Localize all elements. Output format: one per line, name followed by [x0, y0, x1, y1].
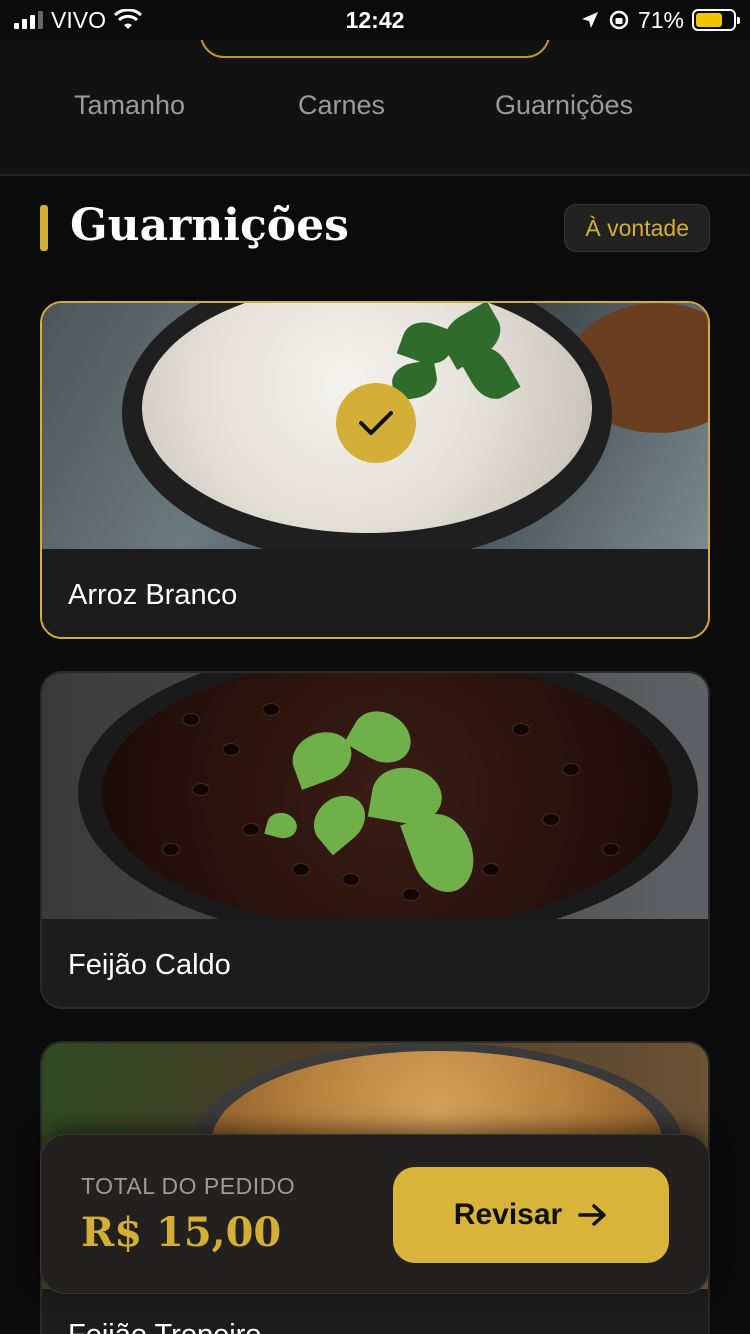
- battery-icon: [692, 9, 740, 31]
- tab-tamanho[interactable]: Tamanho: [74, 90, 185, 121]
- status-left: VIVO: [14, 7, 142, 34]
- status-right: 71%: [580, 6, 740, 34]
- order-total-bar: TOTAL DO PEDIDO R$ 15,00 Revisar: [40, 1134, 710, 1294]
- battery-percent: 71%: [637, 6, 684, 33]
- arrow-right-icon: [578, 1204, 606, 1226]
- status-bar: VIVO 12:42 71%: [0, 0, 750, 40]
- location-arrow-icon: [581, 12, 598, 28]
- review-button[interactable]: Revisar: [393, 1167, 669, 1263]
- screen: VIVO 12:42 71% Tamanho Carnes Guarnições…: [0, 0, 750, 1334]
- battery-level: [696, 13, 722, 27]
- item-footer: Arroz Branco: [42, 549, 708, 637]
- total-label: TOTAL DO PEDIDO: [81, 1173, 296, 1199]
- rotation-lock-icon: [609, 10, 629, 30]
- section-accent-bar: [40, 205, 48, 251]
- item-card-arroz-branco[interactable]: Arroz Branco: [40, 301, 710, 639]
- selected-check: [336, 383, 416, 463]
- item-name: Arroz Branco: [68, 578, 238, 611]
- review-button-label: Revisar: [453, 1198, 563, 1231]
- item-image-feijao: [42, 673, 708, 919]
- signal-icon: [14, 11, 43, 29]
- item-name: Feijão Tropeiro: [68, 1319, 261, 1334]
- wifi-icon: [113, 9, 142, 29]
- item-image-arroz: [42, 303, 708, 549]
- item-footer: Feijão Tropeiro: [42, 1289, 708, 1334]
- tab-guarnicoes[interactable]: Guarnições: [495, 90, 633, 121]
- section-header: Guarnições À vontade: [40, 200, 710, 260]
- carrier-label: VIVO: [51, 6, 106, 33]
- quantity-badge: À vontade: [564, 204, 710, 252]
- item-card-feijao-caldo[interactable]: Feijão Caldo: [40, 671, 710, 1009]
- item-name: Feijão Caldo: [68, 948, 231, 981]
- category-header: Tamanho Carnes Guarnições: [0, 10, 750, 176]
- total-value: R$ 15,00: [81, 1209, 282, 1256]
- item-footer: Feijão Caldo: [42, 919, 708, 1007]
- tab-carnes[interactable]: Carnes: [298, 90, 385, 121]
- section-title: Guarnições: [70, 200, 349, 251]
- checkmark-icon: [359, 411, 393, 435]
